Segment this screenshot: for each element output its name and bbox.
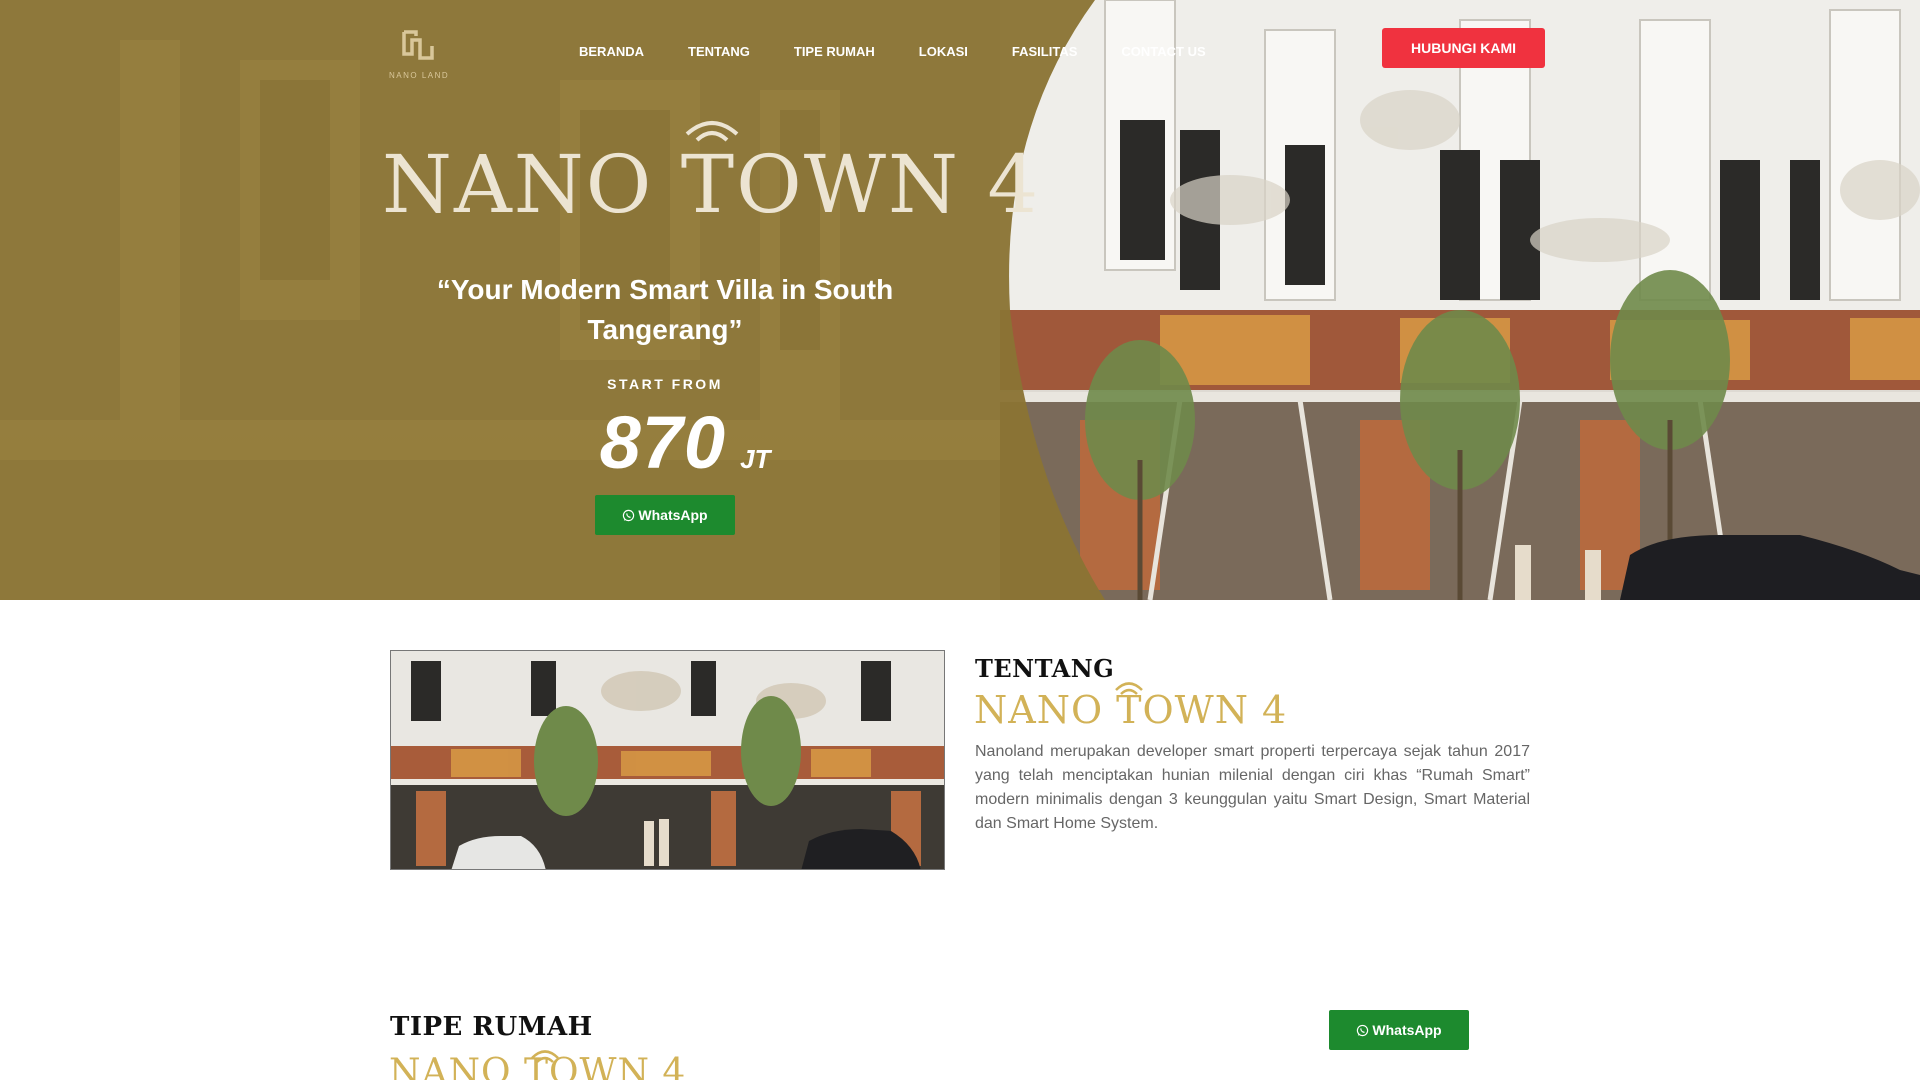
site-logo[interactable]: NANO LAND xyxy=(389,28,450,82)
nano-land-logo-icon xyxy=(402,30,434,60)
hero-section: NANO LAND BERANDA TENTANG TIPE RUMAH LOK… xyxy=(0,0,1920,600)
hero-brand-title: NANO TOWN 4 xyxy=(382,138,1041,231)
price-unit: JT xyxy=(740,444,771,474)
start-from-label: START FROM xyxy=(607,376,723,392)
about-brand-title: NANO TOWN 4 xyxy=(974,688,1288,732)
nav-menu: BERANDA TENTANG TIPE RUMAH LOKASI FASILI… xyxy=(579,44,1250,59)
nav-item-tipe-rumah[interactable]: TIPE RUMAH xyxy=(794,44,875,59)
main-navigation: NANO LAND BERANDA TENTANG TIPE RUMAH LOK… xyxy=(0,0,1920,100)
nav-item-beranda[interactable]: BERANDA xyxy=(579,44,644,59)
hubungi-kami-button[interactable]: HUBUNGI KAMI xyxy=(1382,28,1545,68)
about-description: Nanoland merupakan developer smart prope… xyxy=(975,743,1530,832)
hero-tagline: “Your Modern Smart Villa in South Tanger… xyxy=(436,274,894,345)
nav-item-lokasi[interactable]: LOKASI xyxy=(919,44,968,59)
tipe-whatsapp-label: WhatsApp xyxy=(1372,1022,1442,1038)
about-heading: TENTANG xyxy=(975,654,1115,683)
tipe-rumah-heading: TIPE RUMAH xyxy=(390,1012,593,1042)
price-value: 870 xyxy=(599,401,727,484)
logo-text: NANO LAND xyxy=(389,71,450,80)
nav-item-tentang[interactable]: TENTANG xyxy=(688,44,750,59)
tipe-rumah-brand-title: NANO TOWN 4 xyxy=(389,1052,687,1080)
hero-price: 870 JT xyxy=(540,400,830,490)
hero-whatsapp-label: WhatsApp xyxy=(638,507,708,523)
whatsapp-icon xyxy=(623,509,635,521)
tipe-whatsapp-button[interactable]: WhatsApp xyxy=(1329,1010,1469,1050)
whatsapp-icon xyxy=(1357,1024,1369,1036)
nav-item-fasilitas[interactable]: FASILITAS xyxy=(1012,44,1077,59)
hero-whatsapp-button[interactable]: WhatsApp xyxy=(595,495,735,535)
about-house-image xyxy=(390,650,945,870)
nav-item-contact-us[interactable]: CONTACT US xyxy=(1121,44,1205,59)
